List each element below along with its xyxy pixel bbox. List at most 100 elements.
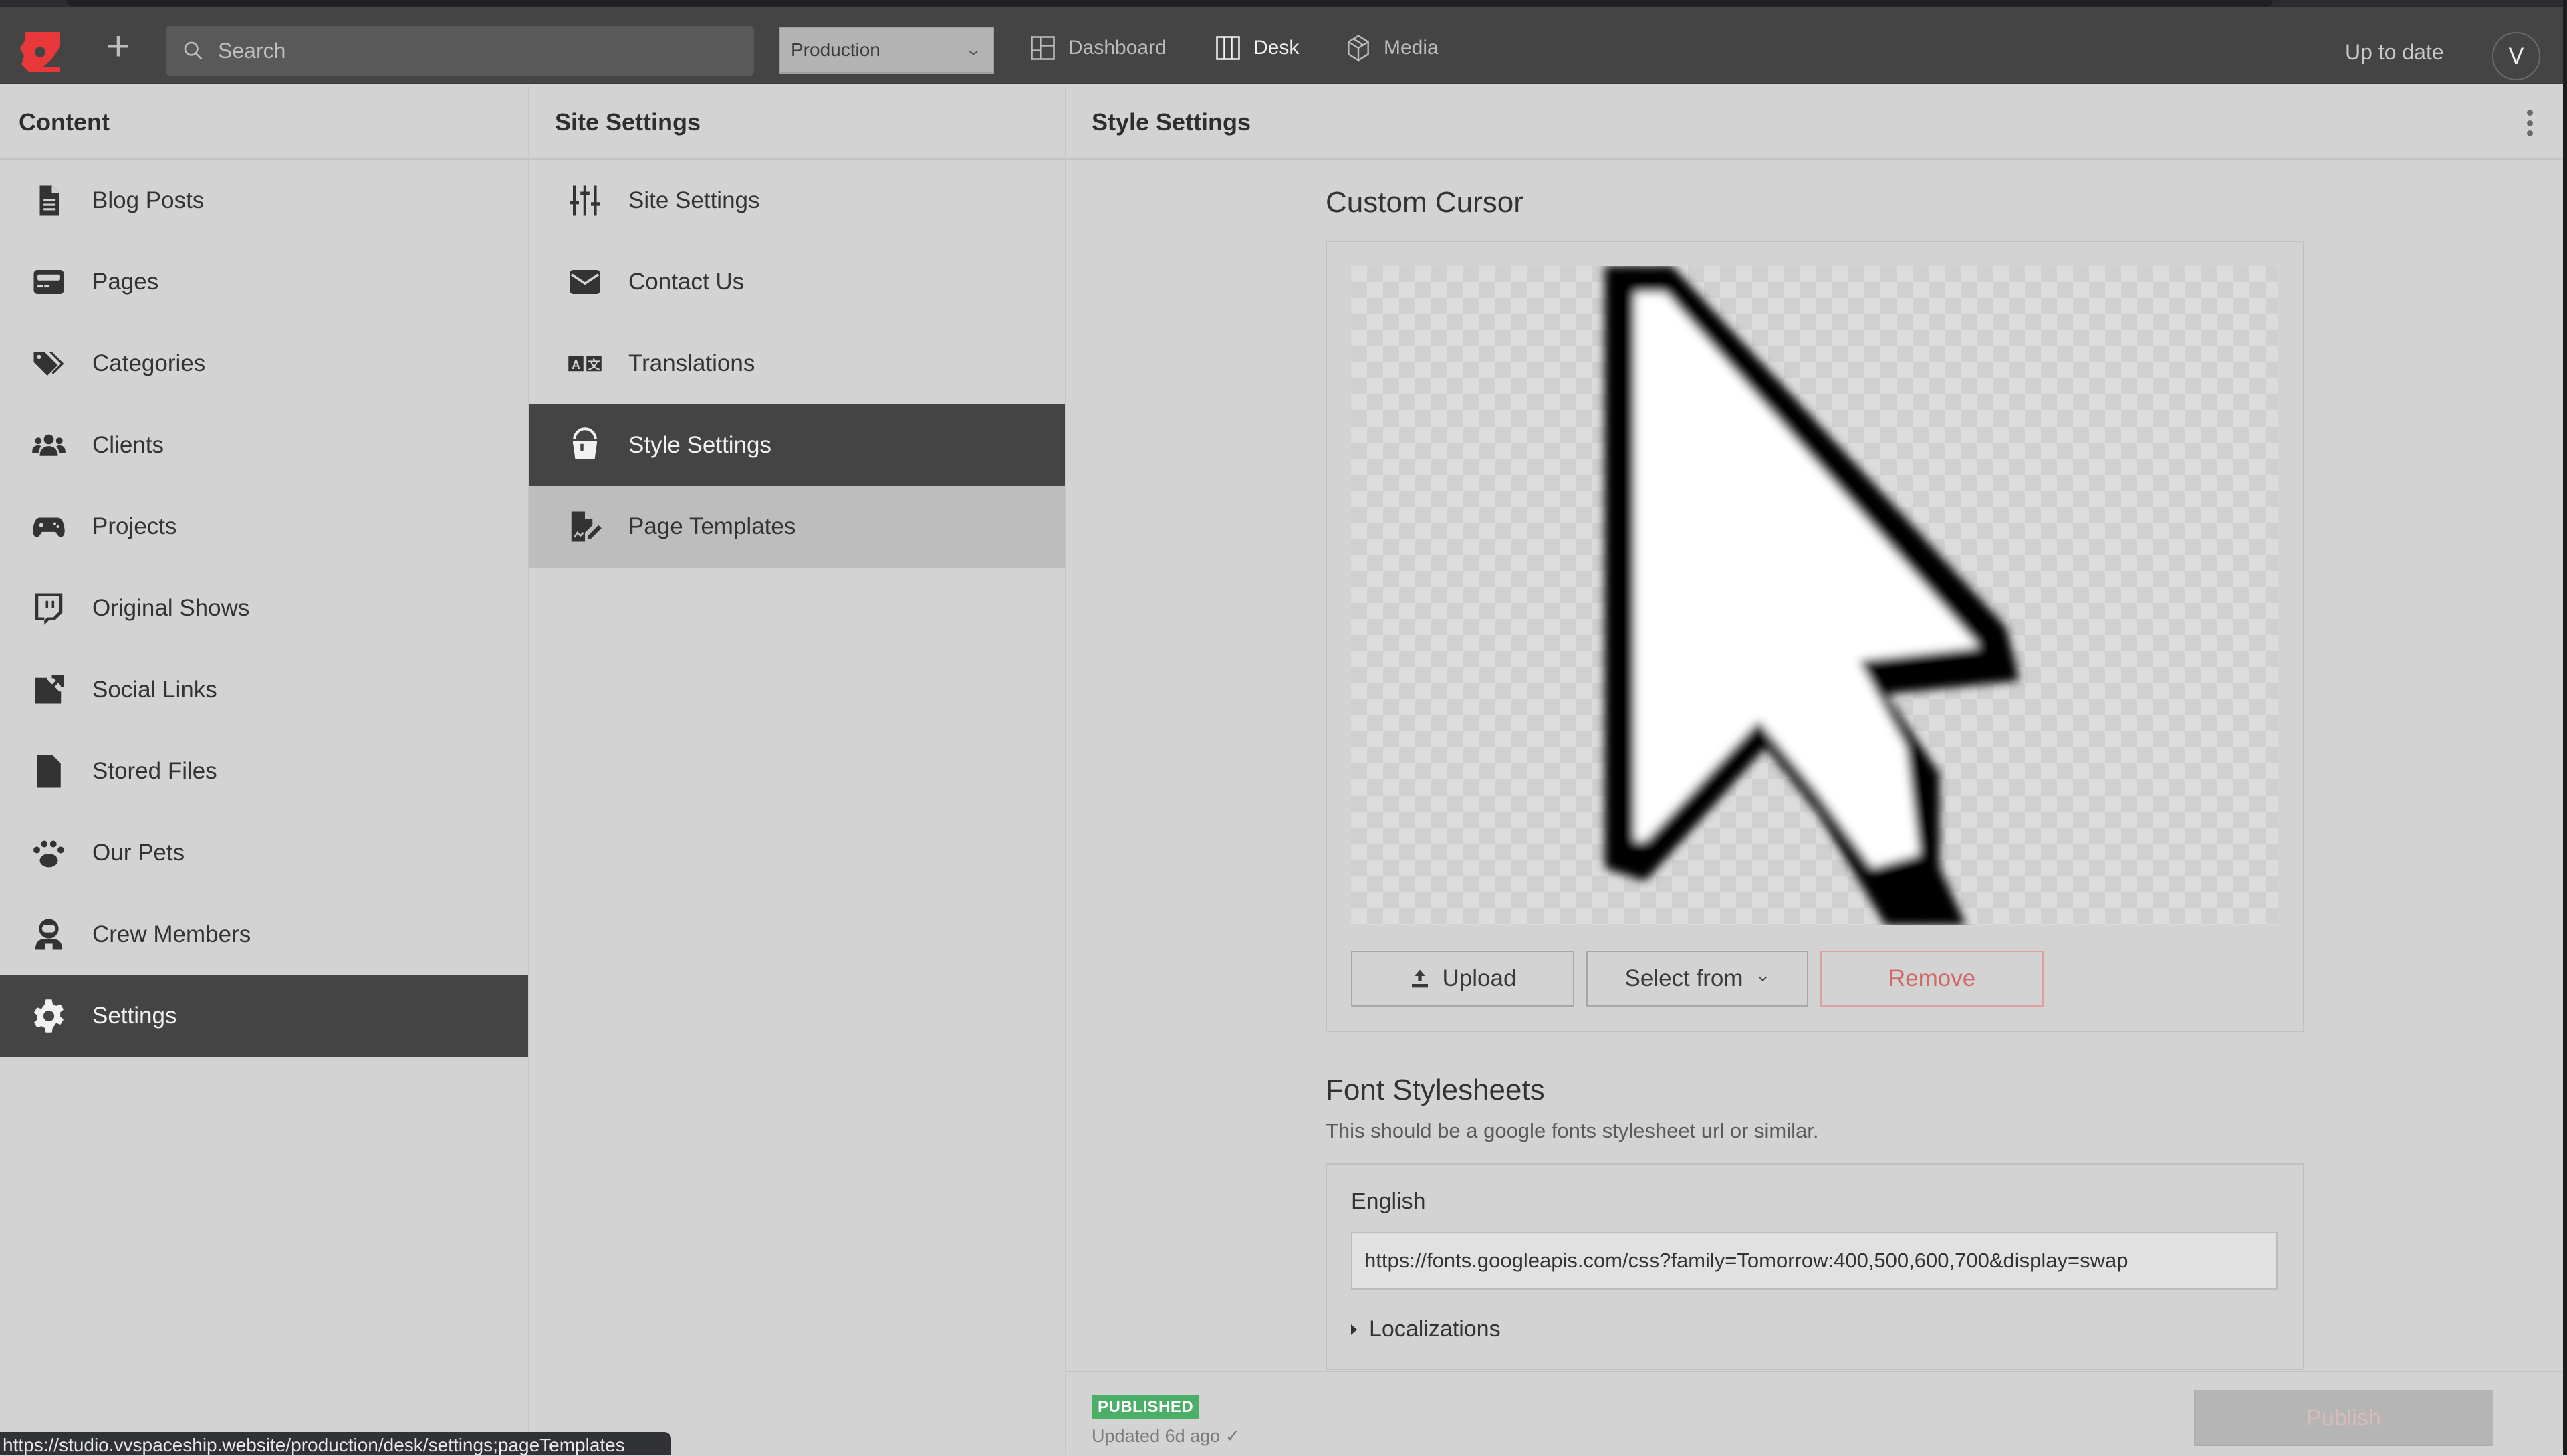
upload-icon [1409, 968, 1431, 989]
content-item-blog-posts[interactable]: Blog Posts [0, 160, 528, 241]
more-options-icon[interactable] [2523, 110, 2536, 136]
content-item-label: Projects [92, 513, 176, 540]
settings-item-site-settings[interactable]: Site Settings [529, 160, 1065, 241]
search-input[interactable] [218, 39, 739, 64]
chevron-down-icon [1755, 971, 1770, 986]
custom-cursor-title: Custom Cursor [1326, 186, 2302, 219]
content-item-social-links[interactable]: Social Links [0, 649, 528, 731]
nav-desk[interactable]: Desk [1213, 33, 1299, 63]
site-settings-pane-title: Site Settings [529, 86, 1065, 160]
settings-item-style-settings[interactable]: Style Settings [529, 404, 1065, 486]
nav-media-label: Media [1384, 37, 1439, 59]
cursor-image-preview [1351, 266, 2278, 925]
cursor-actions: Upload Select from Remove [1351, 951, 2279, 1007]
content-item-pages[interactable]: Pages [0, 241, 528, 323]
content-item-label: Blog Posts [92, 187, 204, 214]
settings-item-label: Style Settings [628, 432, 771, 459]
search-field[interactable] [166, 26, 754, 76]
translate-icon: A文 [567, 346, 603, 382]
gear-icon [31, 998, 67, 1034]
publish-button[interactable]: Publish [2194, 1390, 2493, 1446]
nav-dashboard-label: Dashboard [1068, 37, 1167, 59]
content-item-label: Our Pets [92, 840, 185, 866]
cursor-arrow-image [1351, 266, 2278, 925]
astronaut-icon [31, 917, 67, 953]
media-icon [1344, 33, 1373, 63]
content-item-label: Crew Members [92, 921, 251, 948]
document-footer: PUBLISHED Updated 6d ago ✓ Publish [1066, 1371, 2567, 1455]
window-edge [2563, 0, 2567, 1455]
dataset-value: Production [791, 39, 880, 61]
font-stylesheets-title: Font Stylesheets [1326, 1074, 2302, 1107]
content-item-label: Stored Files [92, 758, 217, 785]
content-item-label: Pages [92, 269, 158, 295]
svg-text:文: 文 [588, 358, 601, 372]
updated-timestamp: Updated 6d ago ✓ [1092, 1426, 1240, 1447]
dataset-select[interactable]: Production ⌄ [779, 27, 994, 74]
content-item-label: Original Shows [92, 595, 249, 622]
caret-right-icon [1351, 1324, 1357, 1335]
sync-status: Up to date [2345, 40, 2444, 65]
file-signature-icon [567, 509, 603, 545]
content-item-original-shows[interactable]: Original Shows [0, 568, 528, 649]
svg-text:A: A [572, 358, 580, 372]
chevron-down-icon: ⌄ [965, 41, 982, 59]
browser-tab-strip [0, 0, 2567, 7]
content-item-projects[interactable]: Projects [0, 486, 528, 568]
content-pane-title: Content [0, 86, 528, 160]
nav-desk-label: Desk [1253, 37, 1299, 59]
settings-item-label: Translations [628, 350, 755, 377]
paint-bucket-icon [567, 427, 603, 463]
select-from-button[interactable]: Select from [1586, 951, 1808, 1007]
english-stylesheet-input[interactable] [1351, 1232, 2278, 1290]
paw-icon [31, 835, 67, 871]
font-stylesheets-description: This should be a google fonts stylesheet… [1326, 1119, 2302, 1143]
users-icon [31, 427, 67, 463]
settings-item-translations[interactable]: A文 Translations [529, 323, 1065, 404]
desk-icon [1213, 33, 1243, 63]
settings-item-label: Page Templates [628, 513, 796, 540]
browser-tab-bar [67, 0, 2273, 7]
content-item-our-pets[interactable]: Our Pets [0, 812, 528, 894]
settings-item-label: Site Settings [628, 187, 760, 214]
link-url-tooltip: https://studio.vvspaceship.website/produ… [0, 1432, 671, 1455]
user-avatar[interactable]: V [2492, 32, 2540, 80]
settings-item-contact-us[interactable]: Contact Us [529, 241, 1065, 323]
localizations-label: Localizations [1369, 1316, 1501, 1342]
content-item-settings[interactable]: Settings [0, 975, 528, 1057]
site-settings-list: Site Settings Contact Us A文 Translations… [529, 160, 1065, 568]
nav-media[interactable]: Media [1344, 33, 1439, 63]
font-stylesheets-field: English Localizations [1326, 1163, 2304, 1370]
localizations-toggle[interactable]: Localizations [1351, 1316, 2279, 1342]
english-label: English [1351, 1189, 2279, 1215]
dashboard-icon [1028, 33, 1058, 63]
upload-button[interactable]: Upload [1351, 951, 1574, 1007]
create-new-button[interactable]: + [100, 30, 136, 66]
search-icon [182, 39, 205, 62]
content-item-crew-members[interactable]: Crew Members [0, 894, 528, 975]
settings-item-page-templates[interactable]: Page Templates [529, 486, 1065, 568]
document-pane: Style Settings Custom Cursor Upload [1066, 86, 2567, 1455]
remove-button[interactable]: Remove [1820, 951, 2044, 1007]
content-item-label: Settings [92, 1003, 176, 1029]
content-pane: Content Blog Posts Pages Categories Clie… [0, 86, 529, 1455]
document-icon [31, 183, 67, 219]
document-title-text: Style Settings [1092, 108, 1251, 136]
content-item-label: Categories [92, 350, 205, 377]
content-item-categories[interactable]: Categories [0, 323, 528, 404]
content-item-clients[interactable]: Clients [0, 404, 528, 486]
content-item-label: Clients [92, 432, 164, 459]
envelope-icon [567, 264, 603, 300]
content-item-stored-files[interactable]: Stored Files [0, 731, 528, 812]
top-navbar: + Production ⌄ Dashboard Desk Media Up t… [0, 7, 2567, 84]
document-form: Custom Cursor Upload Select from [1326, 186, 2302, 1370]
document-title: Style Settings [1066, 86, 2567, 160]
upload-label: Upload [1443, 965, 1517, 992]
sliders-icon [567, 183, 603, 219]
sanity-logo-icon[interactable] [16, 27, 63, 74]
page-layout-icon [31, 264, 67, 300]
nav-dashboard[interactable]: Dashboard [1028, 33, 1167, 63]
twitch-icon [31, 590, 67, 626]
gamepad-icon [31, 509, 67, 545]
external-link-icon [31, 672, 67, 708]
